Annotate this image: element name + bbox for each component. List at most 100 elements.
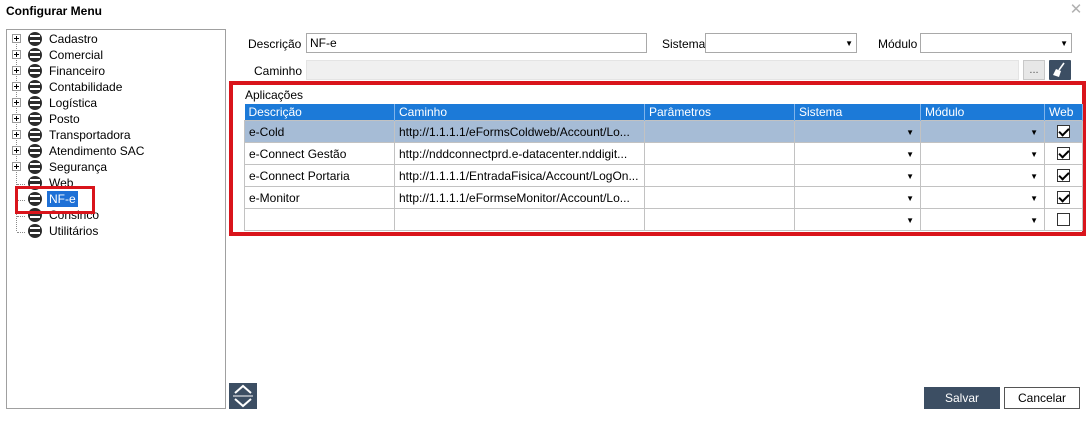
expand-icon[interactable] (12, 162, 21, 171)
tree-item-utilitarios[interactable]: Utilitários (7, 223, 207, 239)
chevron-down-icon[interactable]: ▼ (1030, 172, 1038, 181)
cell-sistema[interactable]: ▼ (794, 208, 921, 231)
chevron-down-icon[interactable]: ▼ (906, 172, 914, 181)
up-down-arrows-icon (233, 384, 253, 408)
expand-icon[interactable] (12, 66, 21, 75)
chevron-down-icon[interactable]: ▼ (1030, 194, 1038, 203)
menu-list-icon (28, 32, 42, 46)
expand-icon[interactable] (12, 50, 21, 59)
tree-item-label: Segurança (49, 160, 108, 174)
descricao-input[interactable] (306, 33, 647, 53)
column-header-modulo[interactable]: Módulo (920, 104, 1045, 121)
modulo-label: Módulo (878, 37, 918, 51)
web-checkbox[interactable] (1057, 169, 1070, 182)
tree-item-comercial[interactable]: Comercial (7, 47, 207, 63)
cell-web[interactable] (1044, 208, 1083, 231)
cell-modulo[interactable]: ▼ (920, 208, 1045, 231)
window-title: Configurar Menu (6, 4, 102, 18)
web-checkbox[interactable] (1057, 147, 1070, 160)
column-header-web[interactable]: Web (1044, 104, 1083, 121)
expand-icon[interactable] (12, 146, 21, 155)
expand-icon[interactable] (12, 130, 21, 139)
cell-caminho[interactable]: http://nddconnectprd.e-datacenter.nddigi… (394, 142, 645, 165)
tree-item-financeiro[interactable]: Financeiro (7, 63, 207, 79)
cell-modulo[interactable]: ▼ (920, 164, 1045, 187)
cell-sistema[interactable]: ▼ (794, 142, 921, 165)
cell-parametros[interactable] (644, 186, 795, 209)
caminho-label: Caminho (254, 64, 303, 78)
chevron-down-icon[interactable]: ▼ (906, 128, 914, 137)
cell-modulo[interactable]: ▼ (920, 120, 1045, 143)
cell-caminho[interactable]: http://1.1.1.1/EntradaFisica/Account/Log… (394, 164, 645, 187)
tree-item-seguranca[interactable]: Segurança (7, 159, 207, 175)
cell-web[interactable] (1044, 164, 1083, 187)
reorder-button[interactable] (229, 383, 257, 409)
cell-parametros[interactable] (644, 142, 795, 165)
cell-sistema[interactable]: ▼ (794, 164, 921, 187)
expand-icon[interactable] (12, 114, 21, 123)
tree-item-atendimento-sac[interactable]: Atendimento SAC (7, 143, 207, 159)
chevron-down-icon[interactable]: ▼ (906, 216, 914, 225)
chevron-down-icon[interactable]: ▼ (1030, 150, 1038, 159)
sistema-label: Sistema (662, 37, 706, 51)
web-checkbox[interactable] (1057, 213, 1070, 226)
save-button[interactable]: Salvar (924, 387, 1000, 409)
chevron-down-icon[interactable]: ▼ (906, 150, 914, 159)
web-checkbox[interactable] (1057, 191, 1070, 204)
cell-descricao[interactable]: e-Cold (244, 120, 395, 143)
clear-button[interactable] (1049, 60, 1071, 80)
cell-descricao[interactable] (244, 208, 395, 231)
column-header-parametros[interactable]: Parâmetros (644, 104, 795, 121)
tree-item-contabilidade[interactable]: Contabilidade (7, 79, 207, 95)
table-row[interactable]: e-Monitor http://1.1.1.1/eFormseMonitor/… (244, 186, 1083, 209)
cell-sistema[interactable]: ▼ (794, 120, 921, 143)
cell-caminho[interactable] (394, 208, 645, 231)
cell-web[interactable] (1044, 186, 1083, 209)
tree-item-logistica[interactable]: Logística (7, 95, 207, 111)
cell-caminho[interactable]: http://1.1.1.1/eFormseMonitor/Account/Lo… (394, 186, 645, 209)
chevron-down-icon[interactable]: ▼ (906, 194, 914, 203)
tree-item-label: Atendimento SAC (49, 144, 145, 158)
cell-web[interactable] (1044, 142, 1083, 165)
expand-icon[interactable] (12, 34, 21, 43)
tree-item-transportadora[interactable]: Transportadora (7, 127, 207, 143)
cell-sistema[interactable]: ▼ (794, 186, 921, 209)
chevron-down-icon[interactable]: ▼ (1030, 216, 1038, 225)
menu-list-icon (28, 80, 42, 94)
cell-web[interactable] (1044, 120, 1083, 143)
cell-parametros[interactable] (644, 120, 795, 143)
column-header-sistema[interactable]: Sistema (794, 104, 921, 121)
cell-descricao[interactable]: e-Monitor (244, 186, 395, 209)
menu-tree[interactable]: Cadastro Comercial Financeiro Contabilid… (6, 29, 226, 409)
close-icon[interactable]: ✕ (1068, 2, 1084, 18)
tree-item-posto[interactable]: Posto (7, 111, 207, 127)
column-header-descricao[interactable]: Descrição (244, 104, 395, 121)
table-row[interactable]: e-Connect Gestão http://nddconnectprd.e-… (244, 142, 1083, 165)
column-header-caminho[interactable]: Caminho (394, 104, 645, 121)
table-row-new[interactable]: ▼ ▼ (244, 208, 1083, 231)
table-row[interactable]: e-Connect Portaria http://1.1.1.1/Entrad… (244, 164, 1083, 187)
tree-item-label: Cadastro (49, 32, 98, 46)
modulo-select[interactable]: ▼ (920, 33, 1072, 53)
cell-parametros[interactable] (644, 164, 795, 187)
cell-caminho[interactable]: http://1.1.1.1/eFormsColdweb/Account/Lo.… (394, 120, 645, 143)
tree-item-cadastro[interactable]: Cadastro (7, 31, 207, 47)
cell-descricao[interactable]: e-Connect Portaria (244, 164, 395, 187)
cell-modulo[interactable]: ▼ (920, 186, 1045, 209)
cancel-button[interactable]: Cancelar (1004, 387, 1080, 409)
cell-descricao[interactable]: e-Connect Gestão (244, 142, 395, 165)
tree-item-label: Transportadora (49, 128, 131, 142)
cell-parametros[interactable] (644, 208, 795, 231)
table-row[interactable]: e-Cold http://1.1.1.1/eFormsColdweb/Acco… (244, 120, 1083, 143)
cell-modulo[interactable]: ▼ (920, 142, 1045, 165)
grid-header-row: Descrição Caminho Parâmetros Sistema Mód… (244, 104, 1083, 121)
browse-button[interactable]: ... (1023, 60, 1045, 80)
expand-icon[interactable] (12, 82, 21, 91)
tree-item-label: Contabilidade (49, 80, 123, 94)
expand-icon[interactable] (12, 98, 21, 107)
chevron-down-icon[interactable]: ▼ (1030, 128, 1038, 137)
aplicacoes-title: Aplicações (245, 88, 304, 102)
sistema-select[interactable]: ▼ (705, 33, 857, 53)
menu-list-icon (28, 128, 42, 142)
web-checkbox[interactable] (1057, 125, 1070, 138)
